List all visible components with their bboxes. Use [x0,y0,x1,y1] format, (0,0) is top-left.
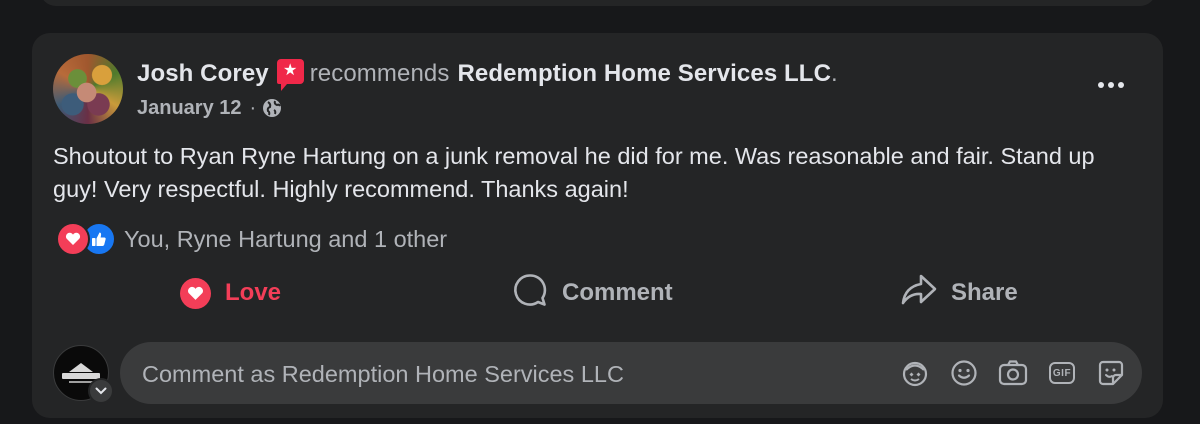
comment-composer: GIF [120,342,1142,406]
gif-icon[interactable]: GIF [1047,358,1077,388]
sticker-icon[interactable] [1096,358,1126,388]
emoji-icon[interactable] [949,358,979,388]
recommends-verb: recommends [309,60,450,87]
commenter-page-avatar[interactable] [53,345,114,404]
love-reaction-icon [56,222,90,256]
avatar-sticker-icon[interactable] [900,358,930,388]
post-date[interactable]: January 12 [137,97,242,120]
previous-post-card [40,0,1156,6]
recommendation-post-card: Josh Corey ★ recommends Redemption Home … [32,33,1163,418]
post-header: Josh Corey ★ recommends Redemption Home … [137,58,838,91]
post-body-text: Shoutout to Ryan Ryne Hartung on a junk … [53,143,1095,202]
more-options-button[interactable] [1093,73,1129,97]
reactions-summary[interactable]: You, Ryne Hartung and 1 other [56,222,447,256]
more-dot-icon [1118,82,1124,88]
comment-bubble-icon [512,272,548,315]
globe-icon [262,98,282,118]
comment-label: Comment [562,279,673,306]
chevron-down-icon[interactable] [88,378,114,404]
author-name[interactable]: Josh Corey [137,60,269,88]
reactions-text[interactable]: You, Ryne Hartung and 1 other [124,226,447,253]
gif-label: GIF [1049,362,1075,384]
love-icon [180,277,211,309]
page-name-link[interactable]: Redemption Home Services LLC [457,60,831,88]
post-actions-bar: Love Comment Share [32,271,1163,315]
camera-icon[interactable] [998,358,1028,388]
love-button[interactable]: Love [180,277,282,309]
comment-button[interactable]: Comment [512,272,673,315]
share-button[interactable]: Share [901,273,1018,314]
love-label: Love [225,279,282,306]
recommendation-star-icon: ★ [276,58,304,91]
post-meta: January 12 · [137,95,282,121]
comment-input[interactable] [140,342,864,406]
author-avatar[interactable] [53,54,123,124]
more-dot-icon [1108,82,1114,88]
header-trailing-dot: . [831,60,838,87]
share-arrow-icon [901,273,937,314]
more-dot-icon [1098,82,1104,88]
meta-separator: · [249,96,257,119]
share-label: Share [951,279,1018,306]
